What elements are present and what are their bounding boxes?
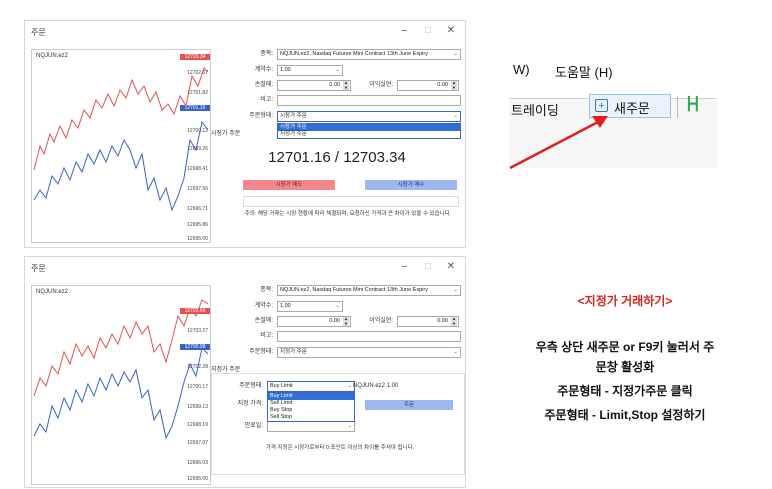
guide-line: 주문형태 - 지정가주문 클릭 [557,384,693,398]
dropdown-option[interactable]: Buy Stop [268,407,354,414]
dropdown-option[interactable]: 지정가 주문 [278,131,460,138]
dropdown-option[interactable]: Sell Limit [268,400,354,407]
dropdown-option[interactable]: 시장가 주문 [278,124,460,131]
guide-heading: <지정가 거래하기> [577,294,673,308]
guide-line: 주문형태 - Limit,Stop 설정하기 [544,408,706,422]
arrow-head [592,116,608,128]
guide-line: 우측 상단 새주문 or F9키 눌러서 주 [535,340,715,354]
dropdown-option[interactable]: Sell Stop [268,414,354,421]
dropdown-option[interactable]: Buy Limit [268,393,354,400]
guide-line: 문창 활성화 [595,360,655,374]
order-type-dropdown: 시장가 주문 지정가 주문 [277,123,461,139]
pending-type-dropdown: Buy Limit Sell Limit Buy Stop Sell Stop [267,392,355,422]
instruction-panel: <지정가 거래하기> 우측 상단 새주문 or F9키 눌러서 주 문창 활성화… [490,268,760,468]
arrow-shaft [509,120,599,170]
